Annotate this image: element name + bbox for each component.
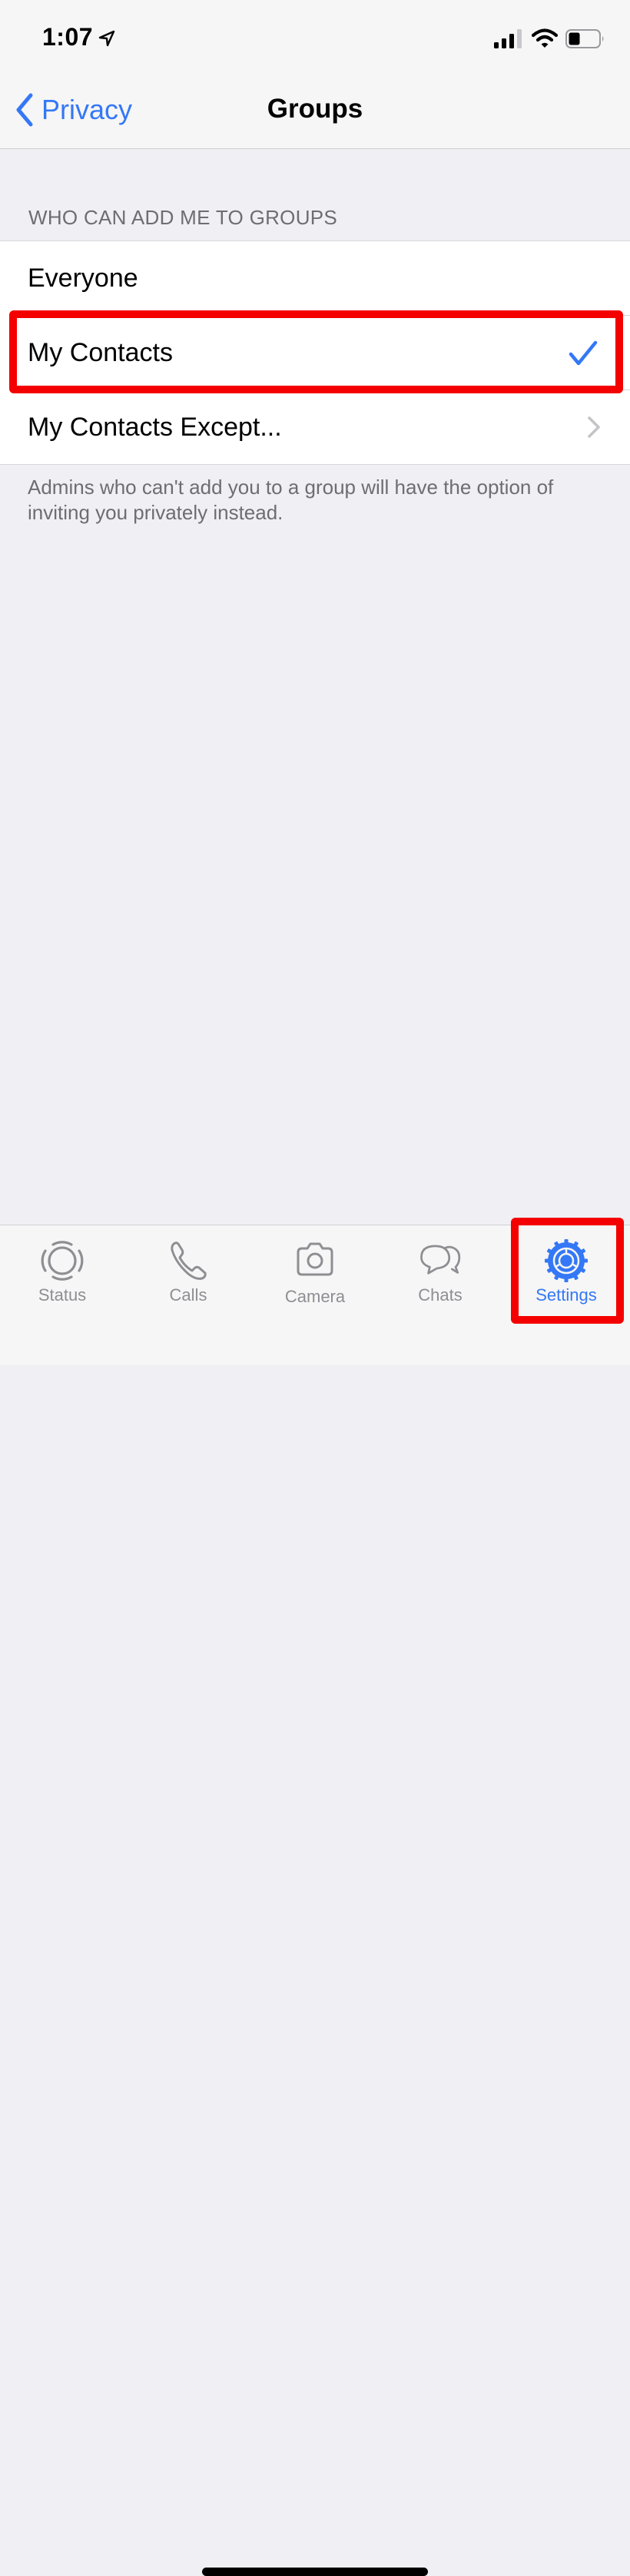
options-list: Everyone My Contacts My Contacts Except.… xyxy=(0,240,630,465)
tab-label: Settings xyxy=(536,1285,597,1305)
tab-status[interactable]: Status xyxy=(8,1225,116,1318)
option-everyone[interactable]: Everyone xyxy=(0,241,630,316)
tab-settings[interactable]: Settings xyxy=(512,1225,620,1318)
signal-icon xyxy=(494,29,522,48)
tab-camera[interactable]: Camera xyxy=(261,1225,369,1318)
status-time: 1:07 xyxy=(42,23,94,51)
wifi-icon xyxy=(532,28,558,48)
chat-bubbles-icon xyxy=(420,1245,461,1275)
location-arrow-icon xyxy=(98,30,115,47)
battery-icon xyxy=(565,29,604,48)
checkmark-icon xyxy=(569,340,598,366)
gear-icon xyxy=(545,1239,588,1282)
chevron-right-icon xyxy=(588,416,600,438)
tab-label: Status xyxy=(38,1285,87,1305)
tab-label: Camera xyxy=(284,1287,346,1306)
option-my-contacts[interactable]: My Contacts xyxy=(0,316,630,390)
tab-calls[interactable]: Calls xyxy=(134,1225,242,1318)
status-icon xyxy=(41,1241,84,1281)
tab-label: Chats xyxy=(418,1285,463,1305)
navigation-bar: Privacy Groups xyxy=(0,69,630,149)
phone-icon xyxy=(171,1242,207,1280)
section-header: WHO CAN ADD ME TO GROUPS xyxy=(28,206,338,229)
tab-label: Calls xyxy=(169,1285,207,1305)
tab-bar: Status Calls Camera Chats Settings xyxy=(0,1225,630,2576)
home-indicator xyxy=(202,2568,428,2576)
camera-icon xyxy=(297,1242,333,1276)
option-label: Everyone xyxy=(28,264,138,293)
tab-chats[interactable]: Chats xyxy=(386,1225,494,1318)
option-label: My Contacts Except... xyxy=(28,413,282,442)
page-title: Groups xyxy=(267,94,363,124)
option-label: My Contacts xyxy=(28,338,173,367)
section-footer-note: Admins who can't add you to a group will… xyxy=(28,476,554,524)
status-bar: 1:07 xyxy=(0,0,630,69)
option-my-contacts-except[interactable]: My Contacts Except... xyxy=(0,390,630,464)
